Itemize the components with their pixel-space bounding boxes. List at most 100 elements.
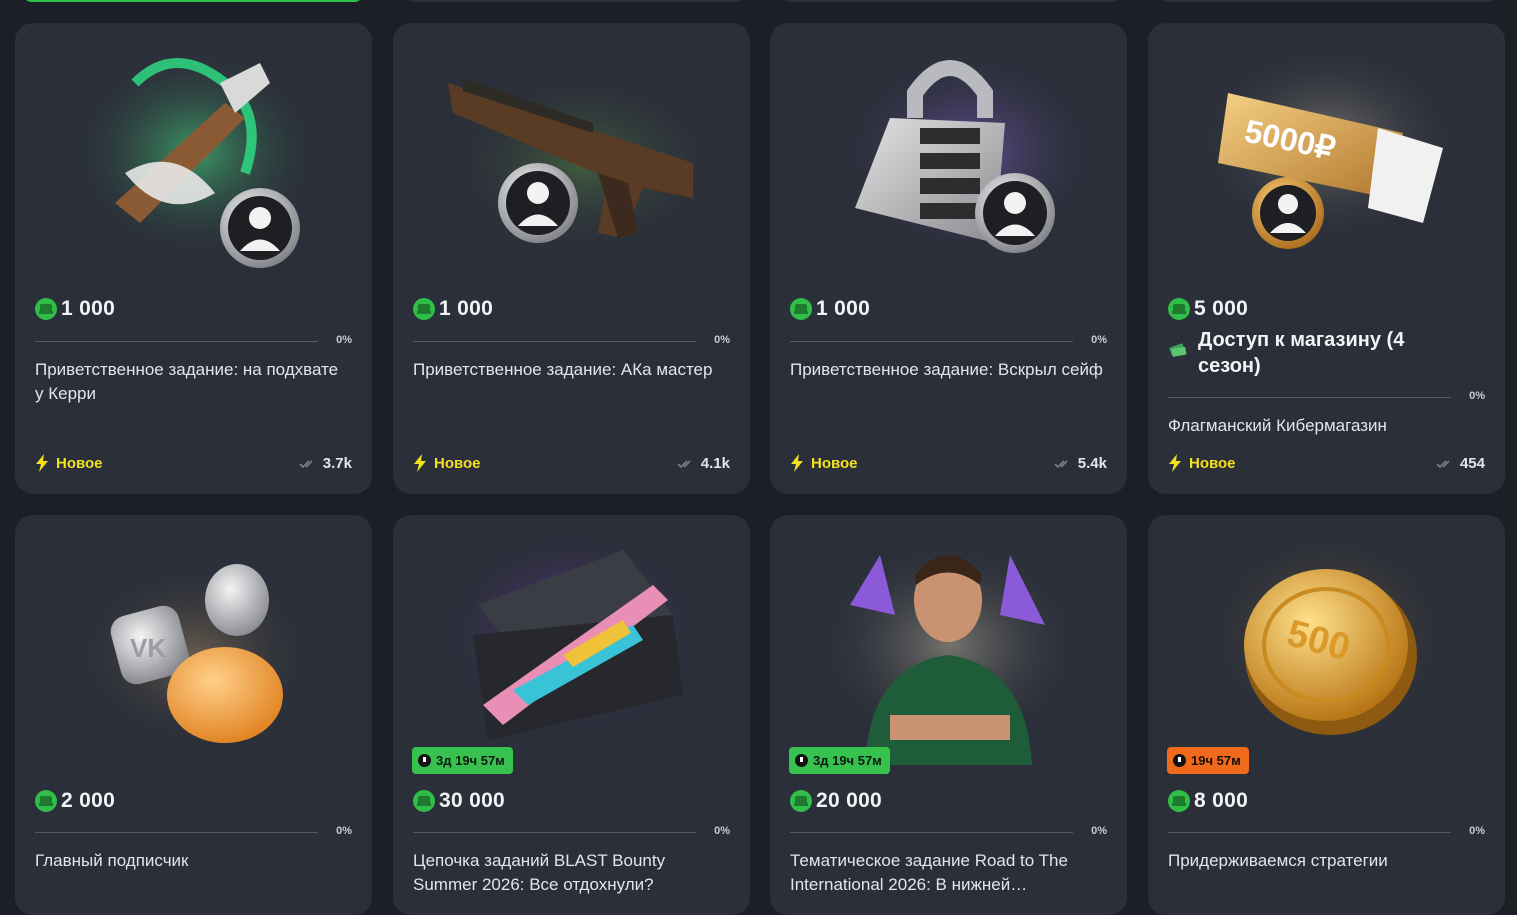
status-badge: Новое: [1169, 454, 1236, 472]
double-check-icon: [1054, 459, 1068, 468]
completions-count: 4.1k: [677, 455, 730, 472]
timer-value: 19ч 57м: [1191, 753, 1241, 768]
progress-percent: 0%: [1091, 334, 1107, 346]
progress-bar: [790, 341, 1073, 342]
timer-value: 3д 19ч 57м: [813, 753, 882, 768]
reward-price: 1 000: [35, 297, 115, 321]
price-value: 1 000: [61, 297, 116, 320]
progress-percent: 0%: [1469, 390, 1485, 402]
task-card[interactable]: 3д 19ч 57м 30 000 0% Цепочка заданий BLA…: [393, 515, 750, 915]
knife-skin-art: [15, 23, 372, 283]
task-title: Приветственное задание: АКа мастер: [413, 360, 713, 379]
coin-icon: [413, 790, 435, 812]
reward-price: 20 000: [790, 789, 882, 813]
completions-value: 5.4k: [1077, 455, 1107, 472]
coin-icon: [35, 298, 57, 320]
progress-percent: 0%: [1091, 825, 1107, 837]
progress-bar: [1168, 832, 1451, 833]
progress-bar: [790, 832, 1073, 833]
gift-card-art: 5000₽: [1148, 23, 1505, 283]
previous-card-bottom: [1158, 0, 1498, 2]
timer-badge: 19ч 57м: [1167, 747, 1249, 774]
task-card[interactable]: VK 2 000 0% Главный подписчик: [15, 515, 372, 915]
price-value: 20 000: [816, 789, 883, 812]
timer-value: 3д 19ч 57м: [436, 753, 505, 768]
gold-coin-art: 500: [1148, 515, 1505, 775]
task-card[interactable]: 1 000 0% Приветственное задание: на подх…: [15, 23, 372, 494]
stopwatch-icon: [418, 754, 431, 767]
reward-price: 30 000: [413, 789, 505, 813]
coin-icon: [790, 298, 812, 320]
completions-count: 5.4k: [1054, 455, 1107, 472]
timer-badge: 3д 19ч 57м: [412, 747, 513, 774]
coin-icon: [413, 298, 435, 320]
svg-text:VK: VK: [130, 633, 166, 663]
progress-percent: 0%: [1469, 825, 1485, 837]
double-check-icon: [677, 459, 691, 468]
padlock-art: [770, 23, 1127, 283]
previous-card-bottom-green: [22, 0, 364, 2]
task-title: Цепочка заданий BLAST Bounty Summer 2026…: [413, 851, 666, 894]
previous-card-bottom: [780, 0, 1122, 2]
status-label: Новое: [56, 454, 103, 472]
price-value: 8 000: [1194, 789, 1249, 812]
progress-bar: [35, 341, 318, 342]
price-value: 1 000: [439, 297, 494, 320]
stopwatch-icon: [795, 754, 808, 767]
completions-value: 3.7k: [322, 455, 352, 472]
coin-icon: [35, 790, 57, 812]
completions-count: 454: [1436, 455, 1485, 472]
status-label: Новое: [811, 454, 858, 472]
task-title: Приветственное задание: на подхвате у Ке…: [35, 360, 339, 403]
price-value: 30 000: [439, 789, 506, 812]
lightning-icon: [791, 454, 803, 472]
progress-percent: 0%: [336, 825, 352, 837]
double-check-icon: [1436, 459, 1450, 468]
bonus-text: Доступ к магазину (4 сезон): [1198, 329, 1405, 377]
case-skins-art: [393, 515, 750, 775]
status-badge: Новое: [791, 454, 858, 472]
price-value: 1 000: [816, 297, 871, 320]
task-title: Придерживаемся стратегии: [1168, 851, 1388, 870]
previous-card-bottom: [404, 0, 746, 2]
progress-bar: [1168, 397, 1451, 398]
status-label: Новое: [434, 454, 481, 472]
progress-percent: 0%: [336, 334, 352, 346]
task-card[interactable]: 5000₽ 5 000 Доступ к магазину (4 сезон) …: [1148, 23, 1505, 494]
task-title: Главный подписчик: [35, 851, 189, 870]
task-card[interactable]: 500 19ч 57м 8 000 0% Придерживаемся стра…: [1148, 515, 1505, 915]
bonus-reward: Доступ к магазину (4 сезон): [1168, 327, 1458, 379]
completions-value: 4.1k: [700, 455, 730, 472]
social-coins-art: VK: [15, 515, 372, 775]
progress-bar: [413, 832, 696, 833]
progress-bar: [35, 832, 318, 833]
lightning-icon: [1169, 454, 1181, 472]
completions-count: 3.7k: [299, 455, 352, 472]
reward-price: 2 000: [35, 789, 115, 813]
lightning-icon: [414, 454, 426, 472]
ak47-art: [393, 23, 750, 283]
stopwatch-icon: [1173, 754, 1186, 767]
reward-price: 8 000: [1168, 789, 1248, 813]
timer-badge: 3д 19ч 57м: [789, 747, 890, 774]
cash-bundle-icon: [1169, 343, 1187, 357]
progress-percent: 0%: [714, 825, 730, 837]
reward-price: 1 000: [790, 297, 870, 321]
task-title: Флагманский Кибермагазин: [1168, 416, 1387, 435]
lightning-icon: [36, 454, 48, 472]
coin-icon: [1168, 790, 1190, 812]
player-portrait-art: [770, 515, 1127, 775]
task-title: Приветственное задание: Вскрыл сейф: [790, 360, 1103, 379]
task-card[interactable]: 1 000 0% Приветственное задание: АКа мас…: [393, 23, 750, 494]
reward-price: 1 000: [413, 297, 493, 321]
progress-bar: [413, 341, 696, 342]
price-value: 5 000: [1194, 297, 1249, 320]
double-check-icon: [299, 459, 313, 468]
status-badge: Новое: [414, 454, 481, 472]
progress-percent: 0%: [714, 334, 730, 346]
status-badge: Новое: [36, 454, 103, 472]
completions-value: 454: [1459, 455, 1485, 472]
task-card[interactable]: 1 000 0% Приветственное задание: Вскрыл …: [770, 23, 1127, 494]
task-card[interactable]: 3д 19ч 57м 20 000 0% Тематическое задани…: [770, 515, 1127, 915]
reward-price: 5 000: [1168, 297, 1248, 321]
